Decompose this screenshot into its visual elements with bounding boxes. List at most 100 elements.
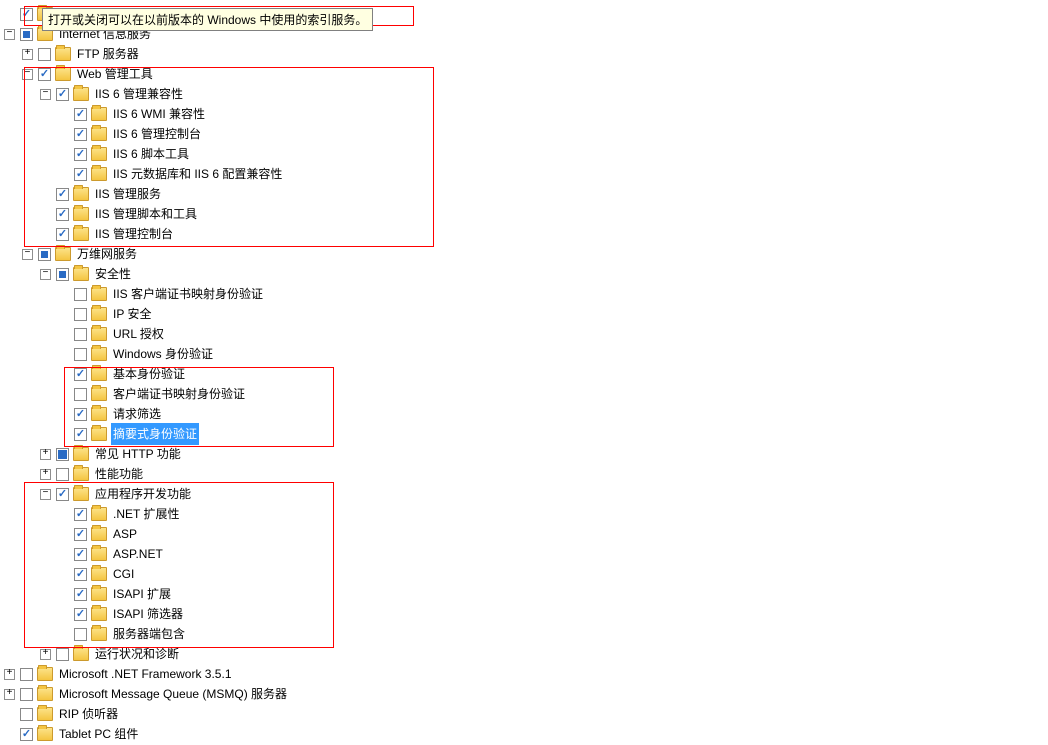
checkbox[interactable] [74, 388, 87, 401]
checkbox[interactable] [74, 148, 87, 161]
checkbox[interactable] [56, 228, 69, 241]
checkbox[interactable] [56, 448, 69, 461]
checkbox[interactable] [56, 88, 69, 101]
tree-row[interactable]: IIS 管理脚本和工具 [2, 204, 1046, 224]
tree-item-label[interactable]: RIP 侦听器 [57, 703, 120, 725]
tree-row[interactable]: URL 授权 [2, 324, 1046, 344]
checkbox[interactable] [38, 248, 51, 261]
tree-row[interactable]: 请求筛选 [2, 404, 1046, 424]
tree-item-label[interactable]: 请求筛选 [111, 403, 163, 425]
tree-row[interactable]: 摘要式身份验证 [2, 424, 1046, 444]
collapse-icon[interactable]: − [40, 269, 51, 280]
tree-row[interactable]: + 运行状况和诊断 [2, 644, 1046, 664]
tree-row[interactable]: 客户端证书映射身份验证 [2, 384, 1046, 404]
tree-row[interactable]: ASP [2, 524, 1046, 544]
tree-row[interactable]: IIS 管理控制台 [2, 224, 1046, 244]
tree-row[interactable]: IIS 客户端证书映射身份验证 [2, 284, 1046, 304]
checkbox[interactable] [38, 48, 51, 61]
checkbox[interactable] [20, 688, 33, 701]
expand-icon[interactable]: + [40, 649, 51, 660]
checkbox[interactable] [38, 68, 51, 81]
tree-item-label[interactable]: 运行状况和诊断 [93, 643, 181, 665]
collapse-icon[interactable]: − [22, 249, 33, 260]
tree-item-label[interactable]: .NET 扩展性 [111, 503, 181, 525]
collapse-icon[interactable]: − [22, 69, 33, 80]
expand-icon[interactable]: + [40, 469, 51, 480]
checkbox[interactable] [74, 588, 87, 601]
tree-row[interactable]: IIS 元数据库和 IIS 6 配置兼容性 [2, 164, 1046, 184]
checkbox[interactable] [56, 488, 69, 501]
checkbox[interactable] [74, 328, 87, 341]
tree-item-label[interactable]: 常见 HTTP 功能 [93, 443, 183, 465]
checkbox[interactable] [74, 128, 87, 141]
tree-row[interactable]: ASP.NET [2, 544, 1046, 564]
tree-row[interactable]: − 万维网服务 [2, 244, 1046, 264]
tree-item-label[interactable]: Microsoft .NET Framework 3.5.1 [57, 663, 234, 685]
tree-row[interactable]: IIS 管理服务 [2, 184, 1046, 204]
checkbox[interactable] [74, 628, 87, 641]
tree-row[interactable]: CGI [2, 564, 1046, 584]
tree-item-label[interactable]: IIS 6 WMI 兼容性 [111, 103, 207, 125]
checkbox[interactable] [20, 728, 33, 741]
expand-icon[interactable]: + [4, 669, 15, 680]
checkbox[interactable] [20, 708, 33, 721]
tree-item-label[interactable]: IP 安全 [111, 303, 153, 325]
tree-row[interactable]: Windows 身份验证 [2, 344, 1046, 364]
checkbox[interactable] [74, 528, 87, 541]
tree-row[interactable]: + FTP 服务器 [2, 44, 1046, 64]
tree-row[interactable]: + 常见 HTTP 功能 [2, 444, 1046, 464]
tree-row[interactable]: −Web 管理工具 [2, 64, 1046, 84]
tree-item-label[interactable]: Windows 身份验证 [111, 343, 215, 365]
checkbox[interactable] [74, 508, 87, 521]
tree-item-label[interactable]: ASP [111, 523, 139, 545]
checkbox[interactable] [74, 408, 87, 421]
tree-item-label[interactable]: IIS 客户端证书映射身份验证 [111, 283, 265, 305]
tree-item-label[interactable]: 服务器端包含 [111, 623, 187, 645]
tree-item-label[interactable]: FTP 服务器 [75, 43, 141, 65]
checkbox[interactable] [74, 168, 87, 181]
tree-row[interactable]: + 性能功能 [2, 464, 1046, 484]
tree-row[interactable]: IIS 6 管理控制台 [2, 124, 1046, 144]
checkbox[interactable] [20, 8, 33, 21]
tree-item-label[interactable]: IIS 6 脚本工具 [111, 143, 191, 165]
tree-item-label[interactable]: ASP.NET [111, 543, 165, 565]
tree-row[interactable]: + Microsoft Message Queue (MSMQ) 服务器 [2, 684, 1046, 704]
checkbox[interactable] [20, 28, 33, 41]
tree-item-label[interactable]: IIS 6 管理控制台 [111, 123, 203, 145]
tree-item-label[interactable]: IIS 管理服务 [93, 183, 163, 205]
tree-row[interactable]: 服务器端包含 [2, 624, 1046, 644]
tree-item-label[interactable]: 性能功能 [93, 463, 145, 485]
checkbox[interactable] [56, 468, 69, 481]
tree-row[interactable]: ISAPI 筛选器 [2, 604, 1046, 624]
collapse-icon[interactable]: − [4, 29, 15, 40]
checkbox[interactable] [56, 208, 69, 221]
tree-item-label[interactable]: ISAPI 筛选器 [111, 603, 185, 625]
tree-item-label[interactable]: ISAPI 扩展 [111, 583, 173, 605]
tree-item-label[interactable]: IIS 6 管理兼容性 [93, 83, 185, 105]
tree-row[interactable]: ISAPI 扩展 [2, 584, 1046, 604]
tree-item-label[interactable]: 万维网服务 [75, 243, 139, 265]
checkbox[interactable] [20, 668, 33, 681]
tree-row[interactable]: .NET 扩展性 [2, 504, 1046, 524]
tree-row[interactable]: Tablet PC 组件 [2, 724, 1046, 744]
checkbox[interactable] [56, 648, 69, 661]
checkbox[interactable] [74, 108, 87, 121]
expand-icon[interactable]: + [22, 49, 33, 60]
tree-item-label[interactable]: IIS 管理脚本和工具 [93, 203, 199, 225]
tree-item-label[interactable]: 应用程序开发功能 [93, 483, 193, 505]
tree-item-label[interactable]: 基本身份验证 [111, 363, 187, 385]
expand-icon[interactable]: + [40, 449, 51, 460]
tree-item-label[interactable]: IIS 管理控制台 [93, 223, 175, 245]
checkbox[interactable] [56, 188, 69, 201]
collapse-icon[interactable]: − [40, 89, 51, 100]
checkbox[interactable] [74, 608, 87, 621]
tree-row[interactable]: 基本身份验证 [2, 364, 1046, 384]
tree-item-label[interactable]: 客户端证书映射身份验证 [111, 383, 247, 405]
tree-item-label[interactable]: Microsoft Message Queue (MSMQ) 服务器 [57, 683, 289, 705]
tree-item-label[interactable]: Tablet PC 组件 [57, 723, 140, 745]
tree-item-label[interactable]: CGI [111, 563, 136, 585]
tree-item-label[interactable]: IIS 元数据库和 IIS 6 配置兼容性 [111, 163, 284, 185]
checkbox[interactable] [56, 268, 69, 281]
checkbox[interactable] [74, 368, 87, 381]
expand-icon[interactable]: + [4, 689, 15, 700]
